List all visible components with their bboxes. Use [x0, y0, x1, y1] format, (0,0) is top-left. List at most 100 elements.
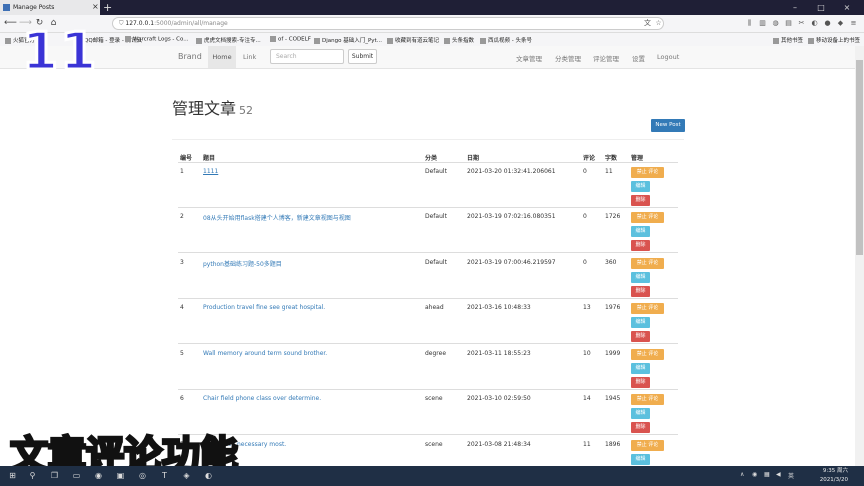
nav-home[interactable]: Home — [208, 46, 236, 68]
new-tab-icon[interactable]: + — [103, 0, 112, 15]
edit-button[interactable]: 编辑 — [631, 363, 650, 374]
edit-button[interactable]: 编辑 — [631, 181, 650, 192]
cell-title-link[interactable]: Wall memory around term sound brother. — [203, 350, 327, 357]
bookmark-item[interactable]: 头条指数 — [444, 36, 474, 44]
chrome-icon[interactable]: ◎ — [136, 469, 149, 482]
cell-words: 1999 — [605, 350, 621, 357]
submit-button[interactable]: Submit — [348, 49, 377, 64]
app-icon[interactable]: ◉ — [92, 469, 105, 482]
cell-words: 1896 — [605, 441, 621, 448]
ime-icon[interactable]: 英 — [788, 471, 794, 480]
maximize-icon[interactable]: □ — [810, 0, 832, 15]
library-icon[interactable]: ⫼ — [744, 17, 755, 29]
explorer-icon[interactable]: ▭ — [70, 469, 83, 482]
bookmark-item[interactable]: 收藏到有道云笔记 — [387, 36, 439, 44]
cell-title-link[interactable]: Chair field phone class over determine. — [203, 395, 321, 402]
ban-comment-button[interactable]: 禁止 评论 — [631, 167, 664, 178]
bookmark-item[interactable]: Django 基础入门_Pyt... — [314, 36, 382, 44]
edit-button[interactable]: 编辑 — [631, 226, 650, 237]
cell-id: 5 — [180, 350, 184, 357]
chat-icon[interactable]: ◍ — [770, 17, 781, 29]
th-title: 题目 — [203, 155, 216, 162]
bookmark-folder[interactable]: 移动设备上的书签 — [808, 36, 860, 44]
th-date: 日期 — [467, 155, 480, 162]
cell-id: 4 — [180, 304, 184, 311]
bookmark-item[interactable]: of - CODELF — [270, 36, 311, 43]
cell-date: 2021-03-11 18:55:23 — [467, 350, 531, 357]
edit-button[interactable]: 编辑 — [631, 272, 650, 283]
bookmark-item[interactable]: 虎虎文档搜索-专注专... — [196, 36, 261, 44]
edit-button[interactable]: 编辑 — [631, 454, 650, 465]
nav-logout[interactable]: Logout — [657, 53, 679, 61]
bookmark-folder[interactable]: 其他书签 — [773, 36, 803, 44]
firefox-icon[interactable]: ◐ — [202, 469, 215, 482]
volume-icon[interactable]: ◀ — [776, 471, 781, 478]
new-post-button[interactable]: New Post — [651, 119, 685, 132]
nav-article-manage[interactable]: 文章管理 — [516, 53, 542, 63]
back-icon[interactable]: ⟵ — [3, 16, 18, 31]
cell-title-link[interactable]: Production travel fine see great hospita… — [203, 304, 325, 311]
cell-title-link[interactable]: python基础练习题-50多题目 — [203, 259, 282, 268]
bookmark-item[interactable]: 西瓜视频 - 头条号 — [480, 36, 532, 44]
tab-close-icon[interactable]: × — [92, 2, 99, 11]
window-close-icon[interactable]: × — [836, 0, 858, 15]
th-manage: 管理 — [631, 155, 644, 162]
cell-category: scene — [425, 395, 443, 402]
network-icon[interactable]: ▦ — [764, 471, 770, 478]
translate-icon[interactable]: 文 — [642, 17, 653, 29]
cell-title-link[interactable]: 1111 — [203, 168, 218, 175]
tab-title: Manage Posts — [13, 4, 55, 11]
delete-button[interactable]: 删除 — [631, 331, 650, 342]
ban-comment-button[interactable]: 禁止 评论 — [631, 440, 664, 451]
taskbar-clock[interactable]: 9:35 周六 2021/3/20 — [806, 467, 848, 485]
nav-category-manage[interactable]: 分类管理 — [555, 53, 581, 63]
ban-comment-button[interactable]: 禁止 评论 — [631, 212, 664, 223]
delete-button[interactable]: 删除 — [631, 286, 650, 297]
ban-comment-button[interactable]: 禁止 评论 — [631, 258, 664, 269]
cell-title-link[interactable]: 08从头开始用flask搭建个人博客，新建文章视图与视图 — [203, 213, 351, 222]
browser-tab[interactable]: Manage Posts — [0, 0, 100, 15]
reader-icon[interactable]: ▤ — [783, 17, 794, 29]
divider — [172, 139, 684, 140]
navbar-brand[interactable]: Brand — [178, 52, 202, 61]
pycharm-icon[interactable]: ◈ — [180, 469, 193, 482]
firefox-account-icon[interactable]: ● — [822, 17, 833, 29]
nav-comment-manage[interactable]: 评论管理 — [593, 53, 619, 63]
bookmark-item[interactable]: Warcraft Logs - Co... — [125, 36, 189, 43]
edit-button[interactable]: 编辑 — [631, 408, 650, 419]
bookmark-star-icon[interactable]: ☆ — [653, 17, 664, 29]
cell-comments: 10 — [583, 350, 591, 357]
start-icon[interactable]: ⊞ — [6, 469, 19, 482]
delete-button[interactable]: 删除 — [631, 195, 650, 206]
addon-icon[interactable]: ◆ — [835, 17, 846, 29]
scrollbar-thumb[interactable] — [856, 60, 863, 255]
cell-comments: 0 — [583, 213, 587, 220]
tray-app-icon[interactable]: ◉ — [752, 471, 757, 478]
menu-icon[interactable]: ≡ — [848, 17, 859, 29]
delete-button[interactable]: 删除 — [631, 422, 650, 433]
nav-link[interactable]: Link — [243, 53, 256, 61]
search-input[interactable]: Search — [270, 49, 344, 64]
ban-comment-button[interactable]: 禁止 评论 — [631, 303, 664, 314]
nav-settings[interactable]: 设置 — [632, 53, 645, 63]
cell-comments: 0 — [583, 259, 587, 266]
terminal-icon[interactable]: ▣ — [114, 469, 127, 482]
task-view-icon[interactable]: ❐ — [48, 469, 61, 482]
url-path: :5000/admin/all/manage — [154, 20, 228, 27]
editor-icon[interactable]: T — [158, 469, 171, 482]
url-bar[interactable]: ⛉ 127.0.0.1:5000/admin/all/manage — [112, 17, 664, 30]
th-id: 编号 — [180, 155, 193, 162]
ban-comment-button[interactable]: 禁止 评论 — [631, 394, 664, 405]
edit-button[interactable]: 编辑 — [631, 317, 650, 328]
screenshot-icon[interactable]: ✂ — [796, 17, 807, 29]
tray-chevron-icon[interactable]: ∧ — [740, 471, 744, 478]
ban-comment-button[interactable]: 禁止 评论 — [631, 349, 664, 360]
delete-button[interactable]: 删除 — [631, 240, 650, 251]
sidebar-icon[interactable]: ▥ — [757, 17, 768, 29]
extension-icon[interactable]: ◐ — [809, 17, 820, 29]
delete-button[interactable]: 删除 — [631, 377, 650, 388]
search-icon[interactable]: ⚲ — [26, 469, 39, 482]
site-navbar — [0, 46, 864, 69]
minimize-icon[interactable]: – — [784, 0, 806, 15]
cell-comments: 0 — [583, 168, 587, 175]
